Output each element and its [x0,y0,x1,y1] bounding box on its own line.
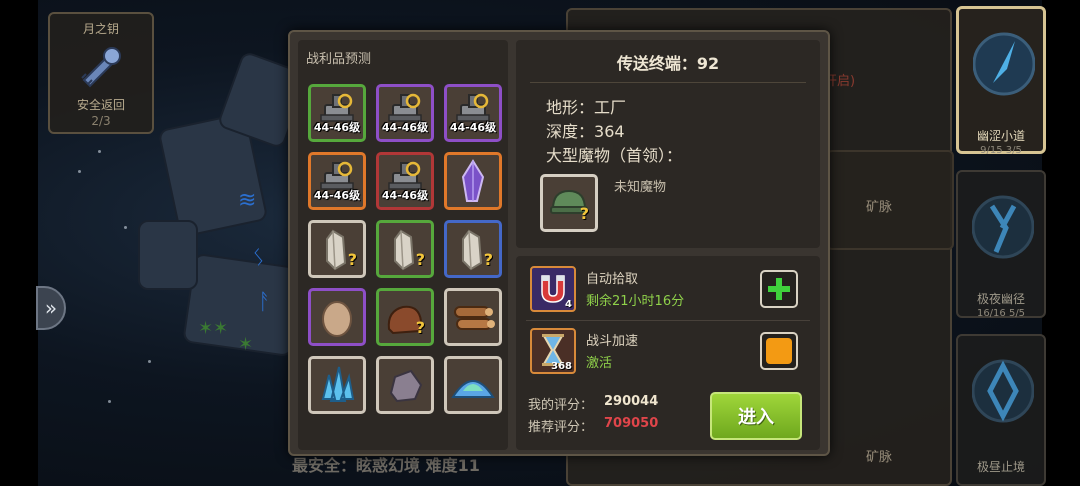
map-emblem-icon [972,195,1034,259]
map-emblem-icon [972,359,1034,423]
battle-speed-toggle[interactable] [760,332,798,370]
loot-slot[interactable] [444,288,502,346]
loot-slot[interactable] [308,356,366,414]
my-score-label: 我的评分： [528,398,594,413]
level-range: 44-46级 [381,189,429,202]
loot-slot[interactable]: 44-46级 [376,152,434,210]
loot-slot[interactable] [376,356,434,414]
map-emblem-icon [973,32,1035,96]
terrain-value: 工厂 [594,98,627,117]
plus-icon [768,278,790,300]
loot-forecast-panel: 战利品预测 44-46级 44-46级 44-46级 44-46级 44-46级???? [298,40,508,450]
buff-status: 激活 [586,356,613,371]
loot-slot[interactable] [308,288,366,346]
loot-slot[interactable]: ? [376,220,434,278]
level-range: 44-46级 [449,121,497,134]
loot-slot[interactable]: 44-46级 [376,84,434,142]
magnet-icon: 4 [530,266,576,312]
depth-value: 364 [594,122,625,141]
loot-slot[interactable]: 44-46级 [308,84,366,142]
map-stats: 9/15 3/5 [980,145,1022,156]
buff-status: 剩余21小时16分 [586,294,685,309]
moon-key-title: 月之钥 [82,22,119,36]
loot-forecast-title: 战利品预测 [306,52,372,67]
safe-return-label: 安全返回 [76,98,125,112]
my-score-value: 290044 [604,394,659,409]
recommended-score-label: 推荐评分： [528,420,594,435]
depth-label: 深度： [546,122,595,141]
terminal-title: 传送终端：92 [516,50,820,74]
unknown-mark-icon: ? [579,204,589,223]
depth-row: 深度：364 [546,118,625,142]
level-range: 44-46级 [381,121,429,134]
add-auto-pickup-button[interactable] [760,270,798,308]
map-name: 极夜幽径 [976,292,1025,306]
loot-slot[interactable] [444,356,502,414]
buff-name: 战斗加速 [586,334,639,349]
ore-label: 矿脉 [866,450,893,465]
buff-panel: 4 自动拾取 剩余21小时16分 368 战斗加速 激活 我的评分： 29004… [516,256,820,450]
buff-count: 368 [551,361,572,372]
loot-slot[interactable]: ? [308,220,366,278]
unknown-mark-icon: ? [347,250,357,269]
loot-slot[interactable]: 44-46级 [444,84,502,142]
divider [530,82,806,83]
terminal-info-panel: 传送终端：92 地形：工厂 深度：364 大型魔物（首领）： ? 未知魔物 [516,40,820,248]
hourglass-icon: 368 [530,328,576,374]
level-range: 44-46级 [313,189,361,202]
terrain-row: 地形：工厂 [546,94,626,118]
moon-key-card[interactable]: 月之钥 安全返回 2/3 [48,12,154,134]
map-card-3[interactable]: 极昼止境 [956,334,1046,486]
map-stats: 16/16 5/5 [976,308,1026,319]
loot-slot[interactable]: ? [376,288,434,346]
monster-slot[interactable]: ? [540,174,598,232]
safe-return-count: 2/3 [91,114,111,128]
dungeon-entry-dialog: 战利品预测 44-46级 44-46级 44-46级 44-46级 44-46级????… [288,30,830,456]
unknown-mark-icon: ? [483,250,493,269]
enter-button[interactable]: 进入 [710,392,802,440]
map-card-1[interactable]: 幽涩小道 9/15 3/5 [956,6,1046,156]
map-card-2[interactable]: 极夜幽径 16/16 5/5 [956,170,1046,319]
unknown-mark-icon: ? [415,250,425,269]
orange-toggle-indicator [766,338,792,364]
recommended-score-value: 709050 [604,416,659,431]
level-range: 44-46级 [313,121,361,134]
map-name: 幽涩小道 [976,129,1025,143]
monster-name: 未知魔物 [614,180,667,195]
loot-slot[interactable] [444,152,502,210]
loot-slot[interactable]: ? [444,220,502,278]
divider [526,320,810,321]
buff-count: 4 [565,299,572,310]
terrain-label: 地形： [546,98,595,117]
boss-label: 大型魔物（首领）： [546,146,683,165]
buff-name: 自动拾取 [586,272,639,287]
moon-key-icon [81,47,121,88]
terminal-label: 传送终端： [616,54,697,73]
unknown-mark-icon: ? [415,318,425,337]
ore-label: 矿脉 [866,200,893,215]
chevron-right-icon: » [44,296,58,320]
terminal-value: 92 [696,54,720,73]
loot-slot[interactable]: 44-46级 [308,152,366,210]
map-name: 极昼止境 [976,460,1025,474]
